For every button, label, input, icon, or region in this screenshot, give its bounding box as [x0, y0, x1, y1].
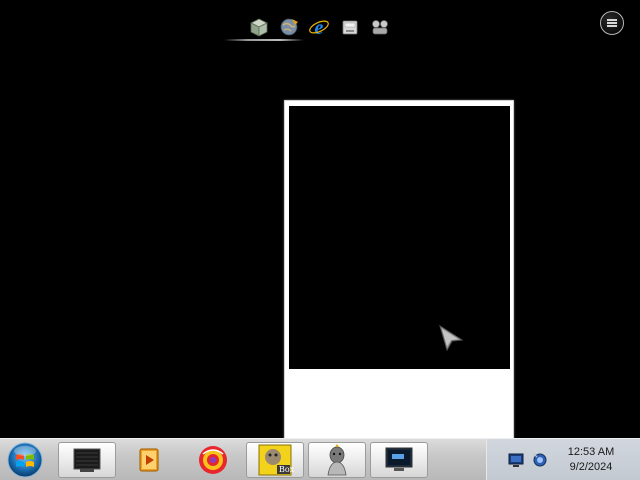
web-globe-icon[interactable]	[278, 16, 300, 38]
taskbar-button-character[interactable]	[308, 442, 366, 478]
internet-explorer-icon[interactable]: e	[308, 16, 330, 38]
start-button[interactable]	[5, 441, 45, 479]
taskbar-button-browser[interactable]	[184, 442, 242, 478]
menu-lines-icon	[607, 19, 617, 27]
taskbar-button-terminal[interactable]	[58, 442, 116, 478]
mouse-cursor-icon	[438, 324, 464, 352]
box-app-label: Box	[279, 465, 295, 474]
corner-menu-button[interactable]	[600, 11, 624, 35]
display-tray-icon[interactable]	[507, 451, 525, 469]
taskbar-button-monitor[interactable]	[370, 442, 428, 478]
monitor-icon	[385, 447, 413, 471]
clock[interactable]: 12:53 AM 9/2/2024	[556, 445, 626, 475]
windows-logo-icon	[7, 442, 43, 478]
box-icon[interactable]	[248, 16, 270, 38]
character-icon	[327, 444, 347, 476]
svg-text:e: e	[315, 17, 324, 38]
taskbar: Box 12:53 AM 9/2/2024	[0, 438, 640, 480]
network-tray-icon[interactable]	[531, 451, 549, 469]
media-player-icon	[139, 448, 159, 472]
floating-window[interactable]	[284, 100, 514, 440]
desktop: e Box 12:53 AM 9/2/2024	[0, 0, 640, 480]
window-content-area[interactable]	[289, 106, 510, 369]
taskbar-button-box-app[interactable]: Box	[246, 442, 304, 478]
network-icon[interactable]	[369, 16, 391, 38]
browser-icon	[199, 446, 227, 474]
drive-icon[interactable]	[339, 16, 361, 38]
taskbar-button-media-player[interactable]	[120, 442, 178, 478]
top-launch-bar: e	[224, 14, 400, 42]
clock-date: 9/2/2024	[569, 461, 613, 473]
terminal-icon	[73, 448, 101, 472]
clock-time: 12:53 AM	[567, 446, 615, 458]
launch-shadow	[224, 39, 304, 41]
